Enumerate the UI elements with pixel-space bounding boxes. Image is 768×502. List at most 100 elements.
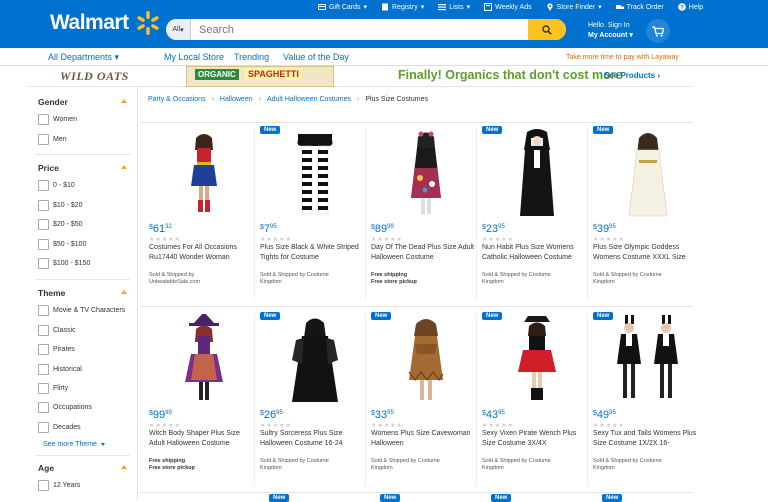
checkbox[interactable] — [38, 180, 49, 191]
checkbox[interactable] — [38, 219, 49, 230]
facet-option-movie-tv[interactable]: Movie & TV Characters — [38, 305, 125, 316]
checkbox[interactable] — [38, 325, 49, 336]
product-tile[interactable]: New $2695 ★★★★★ Sultry Sorceress Plus Si… — [260, 308, 370, 490]
breadcrumb-link[interactable]: Adult Halloween Costumes — [267, 96, 351, 103]
product-image[interactable] — [163, 128, 245, 218]
gender-facet-title[interactable]: Gender — [38, 97, 68, 107]
collapse-caret-icon[interactable] — [121, 165, 127, 169]
product-name[interactable]: Witch Body Shaper Plus Size Adult Hallow… — [149, 429, 257, 449]
checkbox[interactable] — [38, 422, 49, 433]
search-department-select[interactable]: All ▾ — [166, 19, 191, 40]
checkbox[interactable] — [38, 134, 49, 145]
product-image[interactable] — [274, 314, 356, 404]
chevron-right-icon: › — [657, 71, 661, 80]
divider — [36, 279, 130, 280]
facet-option-men[interactable]: Men — [38, 134, 67, 145]
checkbox[interactable] — [38, 305, 49, 316]
my-local-store-link[interactable]: My Local Store — [164, 52, 224, 62]
product-name[interactable]: Nun Habit Plus Size Womens Catholic Hall… — [482, 243, 590, 263]
age-facet-title[interactable]: Age — [38, 463, 54, 473]
product-tile[interactable]: New $795 ★★★★★ Plus Size Black & White S… — [260, 122, 370, 304]
account-menu[interactable]: Hello. Sign In My Account ▾ — [588, 21, 633, 41]
free-pickup-text: Free store pickup — [371, 279, 417, 285]
checkbox[interactable] — [38, 383, 49, 394]
star-rating: ★★★★★ — [593, 237, 625, 243]
product-name[interactable]: Sexy Vixen Pirate Wench Plus Size Costum… — [482, 429, 590, 449]
lists-link[interactable]: Lists ▾ — [438, 3, 470, 11]
search-bar: All ▾ — [166, 19, 566, 40]
product-image[interactable] — [607, 128, 689, 218]
checkbox[interactable] — [38, 239, 49, 250]
star-rating: ★★★★★ — [149, 237, 181, 243]
layaway-link[interactable]: Take more time to pay with Layaway — [566, 54, 679, 61]
facet-option-historical[interactable]: Historical — [38, 364, 82, 375]
walmart-logo[interactable]: Walmart — [50, 10, 161, 36]
search-button[interactable] — [528, 19, 566, 40]
trending-link[interactable]: Trending — [234, 52, 269, 62]
product-image[interactable] — [274, 128, 356, 218]
checkbox[interactable] — [38, 480, 49, 491]
see-products-link[interactable]: See Products › — [604, 71, 660, 80]
facet-option-flirty[interactable]: Flirty — [38, 383, 68, 394]
checkbox[interactable] — [38, 114, 49, 125]
checkbox[interactable] — [38, 258, 49, 269]
collapse-caret-icon[interactable] — [121, 465, 127, 469]
track-order-link[interactable]: Track Order — [615, 3, 664, 11]
facet-option-classic[interactable]: Classic — [38, 325, 76, 336]
product-name[interactable]: Plus Size Olympic Goddess Womens Costume… — [593, 243, 701, 263]
product-tile[interactable]: New $4395 ★★★★★ Sexy Vixen Pirate Wench … — [482, 308, 592, 490]
product-tile[interactable]: $6132 ★★★★★ Costumes For All Occasions R… — [149, 122, 259, 304]
all-departments-menu[interactable]: All Departments ▾ — [48, 52, 119, 63]
product-name[interactable]: Womens Plus Size Cavewoman Halloween — [371, 429, 479, 449]
facet-option-pirates[interactable]: Pirates — [38, 344, 75, 355]
facet-option-women[interactable]: Women — [38, 114, 77, 125]
price-facet-title[interactable]: Price — [38, 163, 59, 173]
breadcrumb-link[interactable]: Party & Occasions — [148, 96, 206, 103]
facet-option-decades[interactable]: Decades — [38, 422, 81, 433]
checkbox[interactable] — [38, 402, 49, 413]
facet-option-price-50-100[interactable]: $50 - $100 — [38, 239, 86, 250]
cart-button[interactable] — [646, 19, 670, 43]
value-of-day-link[interactable]: Value of the Day — [283, 52, 349, 62]
product-tile[interactable]: New $3995 ★★★★★ Plus Size Olympic Goddes… — [593, 122, 703, 304]
product-image[interactable] — [385, 128, 467, 218]
product-name[interactable]: Sexy Tux and Tails Womens Plus Size Cost… — [593, 429, 701, 449]
product-tile[interactable]: New $4995 ★★★★★ Sexy Tux and Tails Women… — [593, 308, 703, 490]
breadcrumb-link[interactable]: Halloween — [220, 96, 253, 103]
search-input[interactable] — [191, 19, 528, 40]
weekly-ads-link[interactable]: Weekly Ads — [484, 3, 532, 11]
product-image[interactable] — [163, 314, 245, 404]
collapse-caret-icon[interactable] — [121, 290, 127, 294]
gift-cards-link[interactable]: Gift Cards ▾ — [318, 3, 367, 11]
facet-option-price-10-20[interactable]: $10 - $20 — [38, 200, 83, 211]
product-image[interactable] — [496, 314, 578, 404]
checkbox[interactable] — [38, 200, 49, 211]
facet-option-price-0-10[interactable]: 0 - $10 — [38, 180, 75, 191]
collapse-caret-icon[interactable] — [121, 99, 127, 103]
store-finder-link[interactable]: Store Finder ▾ — [546, 3, 602, 11]
facet-option-occupations[interactable]: Occupations — [38, 402, 92, 413]
product-image[interactable] — [607, 314, 689, 404]
facet-option-price-20-50[interactable]: $20 - $50 — [38, 219, 83, 230]
checkbox[interactable] — [38, 344, 49, 355]
promo-banner[interactable]: WILD OATS ORGANIC SPAGHETTI Finally! Org… — [28, 66, 693, 87]
product-image[interactable] — [385, 314, 467, 404]
product-tile[interactable]: $9999 ★★★★★ Witch Body Shaper Plus Size … — [149, 308, 259, 490]
dollar-sign: $ — [371, 410, 375, 417]
product-name[interactable]: Day Of The Dead Plus Size Adult Hallowee… — [371, 243, 479, 263]
product-name[interactable]: Costumes For All Occasions Ru17440 Wonde… — [149, 243, 257, 263]
product-image[interactable] — [496, 128, 578, 218]
facet-option-price-100-150[interactable]: $100 - $150 — [38, 258, 90, 269]
product-name[interactable]: Sultry Sorceress Plus Size Halloween Cos… — [260, 429, 368, 449]
facet-option-12-years[interactable]: 12 Years — [38, 480, 80, 491]
theme-facet-title[interactable]: Theme — [38, 288, 65, 298]
ship-line-1: Sold & Shipped by — [149, 272, 195, 278]
help-link[interactable]: ? Help — [677, 3, 703, 11]
product-tile[interactable]: New $3395 ★★★★★ Womens Plus Size Cavewom… — [371, 308, 481, 490]
product-tile[interactable]: New $2395 ★★★★★ Nun Habit Plus Size Wome… — [482, 122, 592, 304]
product-name[interactable]: Plus Size Black & White Striped Tights f… — [260, 243, 368, 263]
registry-link[interactable]: Registry ▾ — [381, 3, 424, 11]
see-more-theme-link[interactable]: See more Theme — [43, 441, 105, 448]
product-tile[interactable]: $8999 ★★★★★ Day Of The Dead Plus Size Ad… — [371, 122, 481, 304]
checkbox[interactable] — [38, 364, 49, 375]
